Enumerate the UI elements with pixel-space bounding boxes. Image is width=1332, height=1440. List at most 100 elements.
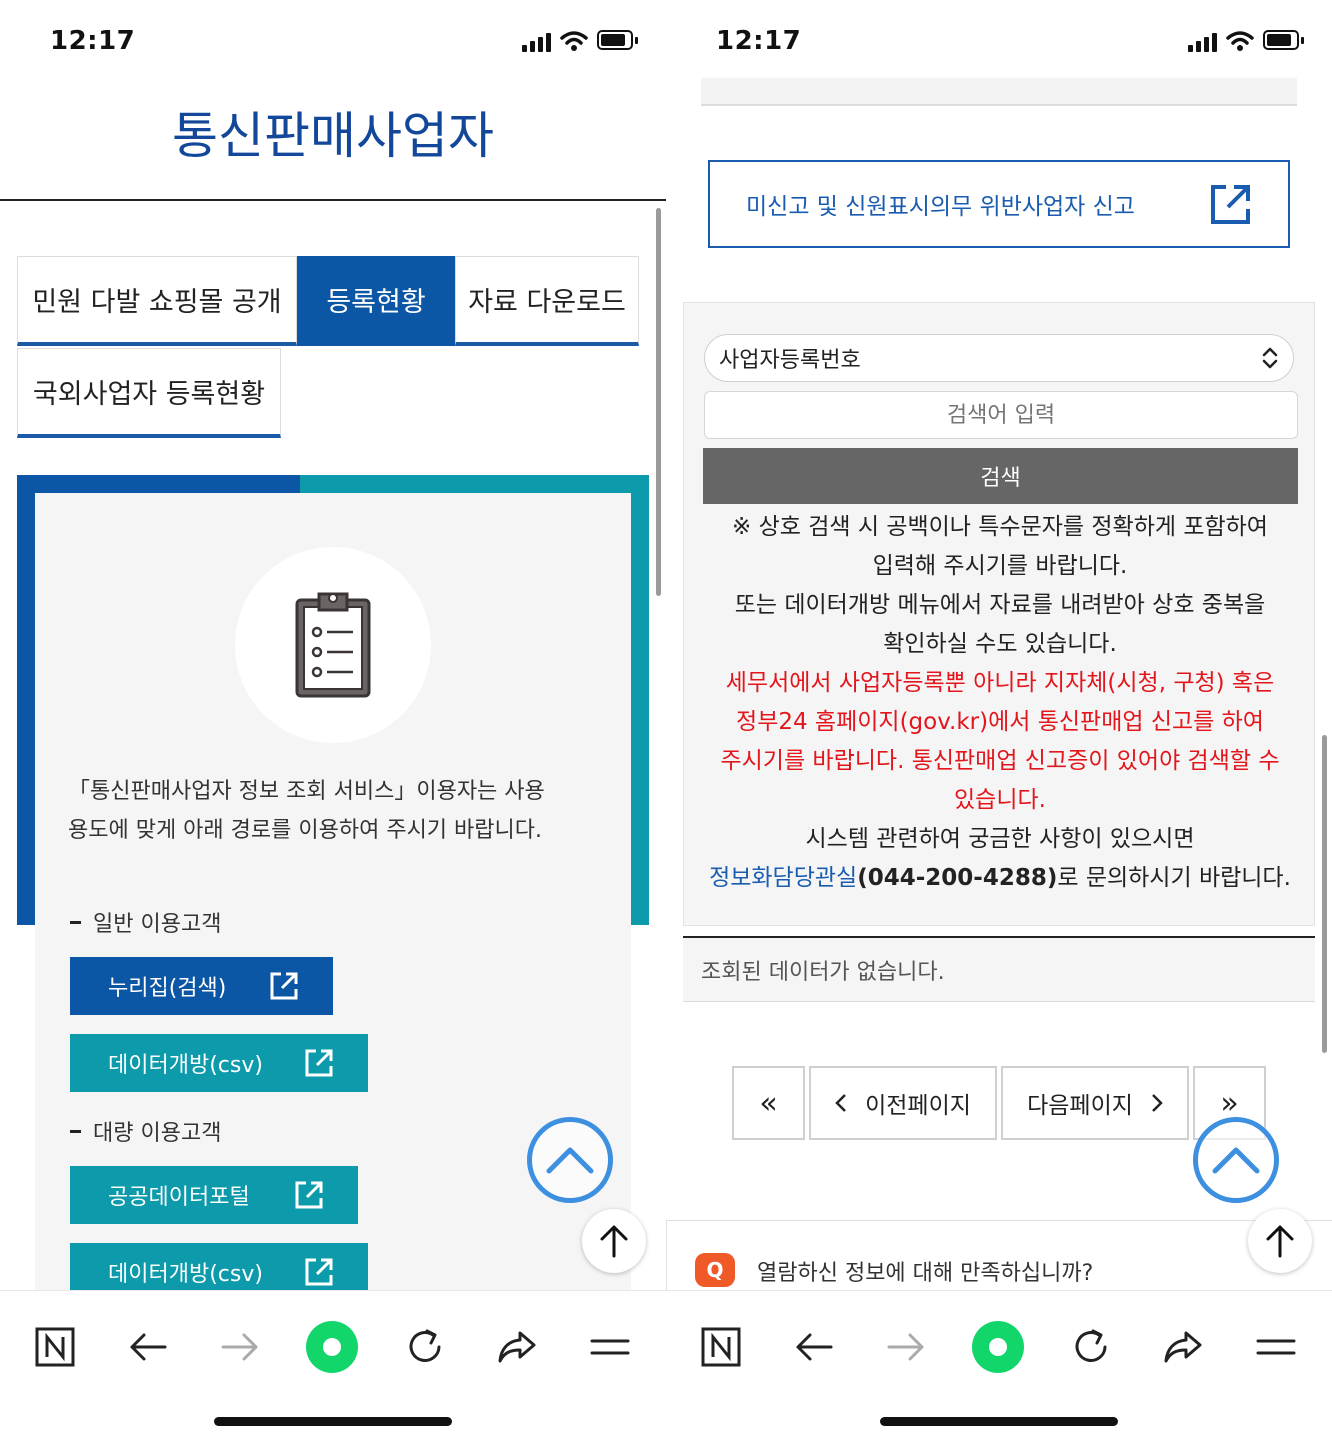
arrow-up-icon (1266, 1225, 1294, 1258)
next-page-label: 다음페이지 (1027, 1093, 1133, 1119)
title-divider (0, 199, 666, 201)
intro-line-2: 용도에 맞게 아래 경로를 이용하여 주시기 바랍니다. (68, 818, 542, 843)
notice-contact: 정보화담당관실(044-200-4288)로 문의하시기 바랍니다. (688, 859, 1312, 898)
refresh-icon[interactable] (395, 1317, 455, 1377)
search-notice: ※ 상호 검색 시 공백이나 특수문자를 정확하게 포함하여 입력해 주시기를 … (688, 508, 1312, 898)
contact-office-link[interactable]: 정보화담당관실 (709, 865, 857, 891)
contact-phone: (044-200-4288) (857, 865, 1058, 891)
battery-icon (597, 30, 638, 50)
arrow-up-icon (600, 1225, 628, 1258)
external-link-icon (1211, 185, 1250, 224)
open-data-csv-button[interactable]: 데이터개방(csv) (70, 1034, 368, 1092)
page-title: 통신판매사업자 (172, 107, 494, 165)
notice-line-4: 확인하실 수도 있습니다. (883, 631, 1117, 657)
green-dot-icon[interactable] (968, 1317, 1028, 1377)
intro-line-1: 「통신판매사업자 정보 조회 서비스」이용자는 사용 (68, 779, 545, 804)
right-screen: 12:17 미신고 및 신원표시의무 위반사업자 신고 사업자등록번호 검색 ※… (666, 0, 1332, 1440)
dash-bullet (70, 920, 81, 924)
search-input[interactable] (704, 391, 1298, 439)
forward-arrow-icon[interactable] (210, 1317, 270, 1377)
top-section-strip (701, 78, 1297, 106)
share-icon[interactable] (1153, 1317, 1213, 1377)
section-general-label: 일반 이용고객 (93, 912, 222, 937)
last-page-label: » (1220, 1085, 1239, 1121)
chevron-right-icon (1152, 1094, 1163, 1112)
first-page-button[interactable]: « (732, 1066, 805, 1140)
external-link-icon (270, 972, 298, 1000)
wifi-icon (1226, 31, 1254, 51)
survey-q-badge: Q (695, 1253, 735, 1287)
search-type-select[interactable]: 사업자등록번호 (704, 334, 1294, 382)
menu-icon[interactable] (1246, 1317, 1306, 1377)
search-button[interactable]: 검색 (703, 448, 1298, 504)
menu-icon[interactable] (580, 1317, 640, 1377)
section-general-users: 일반 이용고객 (70, 906, 221, 938)
tab-complaint-malls[interactable]: 민원 다발 쇼핑몰 공개 (17, 256, 297, 346)
public-data-portal-button[interactable]: 공공데이터포털 (70, 1166, 358, 1224)
forward-arrow-icon[interactable] (876, 1317, 936, 1377)
notice-warning-3: 주시기를 바랍니다. 통신판매업 신고증이 있어야 검색할 수 (720, 748, 1280, 774)
naver-home-icon[interactable] (25, 1317, 85, 1377)
scrollbar-thumb[interactable] (656, 208, 661, 596)
notice-line-3: 또는 데이터개방 메뉴에서 자료를 내려받아 상호 중복을 (734, 592, 1266, 618)
open-data-bulk-label: 데이터개방(csv) (108, 1262, 263, 1287)
left-screen: 12:17 통신판매사업자 민원 다발 쇼핑몰 공개 등록현황 자료 다운로드 … (0, 0, 666, 1440)
select-arrows-icon (1262, 347, 1278, 369)
browser-toolbar (666, 1290, 1332, 1440)
back-arrow-icon[interactable] (118, 1317, 178, 1377)
chevron-up-icon (1212, 1147, 1260, 1174)
prev-page-button[interactable]: 이전페이지 (809, 1066, 997, 1140)
cellular-signal-icon (522, 32, 551, 52)
contact-tail: 로 문의하시기 바랍니다. (1057, 865, 1291, 891)
browser-scroll-up-button[interactable] (582, 1209, 646, 1273)
scrollbar-thumb[interactable] (1322, 735, 1327, 1053)
wifi-icon (560, 31, 588, 51)
report-violation-label: 미신고 및 신원표시의무 위반사업자 신고 (746, 194, 1135, 220)
next-page-button[interactable]: 다음페이지 (1001, 1066, 1189, 1140)
notice-warning-4: 있습니다. (954, 787, 1046, 813)
chevron-up-icon (546, 1147, 594, 1174)
tab-registration-status[interactable]: 등록현황 (297, 256, 455, 346)
satisfaction-survey: Q 열람하신 정보에 대해 만족하십니까? (666, 1220, 1332, 1292)
cellular-signal-icon (1188, 32, 1217, 52)
green-dot-icon[interactable] (302, 1317, 362, 1377)
report-violation-button[interactable]: 미신고 및 신원표시의무 위반사업자 신고 (708, 160, 1290, 248)
no-data-message: 조회된 데이터가 없습니다. (683, 936, 1315, 1002)
section-bulk-users: 대량 이용고객 (70, 1115, 221, 1147)
first-page-label: « (759, 1085, 778, 1121)
notice-warning-2: 정부24 홈페이지(gov.kr)에서 통신판매업 신고를 하여 (736, 709, 1264, 735)
browser-scroll-up-button[interactable] (1248, 1209, 1312, 1273)
battery-icon (1263, 30, 1304, 50)
home-indicator (880, 1417, 1118, 1426)
status-time: 12:17 (50, 26, 136, 56)
search-type-value: 사업자등록번호 (719, 348, 861, 373)
nurijip-search-button[interactable]: 누리집(검색) (70, 957, 333, 1015)
portal-label: 공공데이터포털 (108, 1185, 250, 1210)
scroll-top-button[interactable] (527, 1117, 613, 1203)
notice-warning-1: 세무서에서 사업자등록뿐 아니라 지자체(시청, 구청) 혹은 (725, 670, 1275, 696)
tab-data-download[interactable]: 자료 다운로드 (455, 256, 639, 346)
section-bulk-label: 대량 이용고객 (93, 1121, 222, 1146)
notice-line-2: 입력해 주시기를 바랍니다. (872, 553, 1128, 579)
dash-bullet (70, 1129, 81, 1133)
intro-text: 「통신판매사업자 정보 조회 서비스」이용자는 사용 용도에 맞게 아래 경로를… (68, 772, 628, 850)
back-arrow-icon[interactable] (784, 1317, 844, 1377)
prev-page-label: 이전페이지 (865, 1093, 971, 1119)
notice-line-1: ※ 상호 검색 시 공백이나 특수문자를 정확하게 포함하여 (732, 514, 1268, 540)
external-link-icon (295, 1181, 323, 1209)
tab-foreign-business[interactable]: 국외사업자 등록현황 (17, 348, 281, 438)
open-data-label: 데이터개방(csv) (108, 1053, 263, 1078)
home-indicator (214, 1417, 452, 1426)
status-time: 12:17 (716, 26, 802, 56)
external-link-icon (305, 1049, 333, 1077)
share-icon[interactable] (487, 1317, 547, 1377)
survey-question: 열람하신 정보에 대해 만족하십니까? (757, 1261, 1094, 1286)
nurijip-label: 누리집(검색) (108, 976, 227, 1001)
browser-toolbar (0, 1290, 666, 1440)
chevron-left-icon (835, 1094, 846, 1112)
clipboard-list-icon (295, 592, 371, 698)
scroll-top-button[interactable] (1193, 1117, 1279, 1203)
notice-line-5: 시스템 관련하여 궁금한 사항이 있으시면 (805, 826, 1195, 852)
refresh-icon[interactable] (1061, 1317, 1121, 1377)
naver-home-icon[interactable] (691, 1317, 751, 1377)
